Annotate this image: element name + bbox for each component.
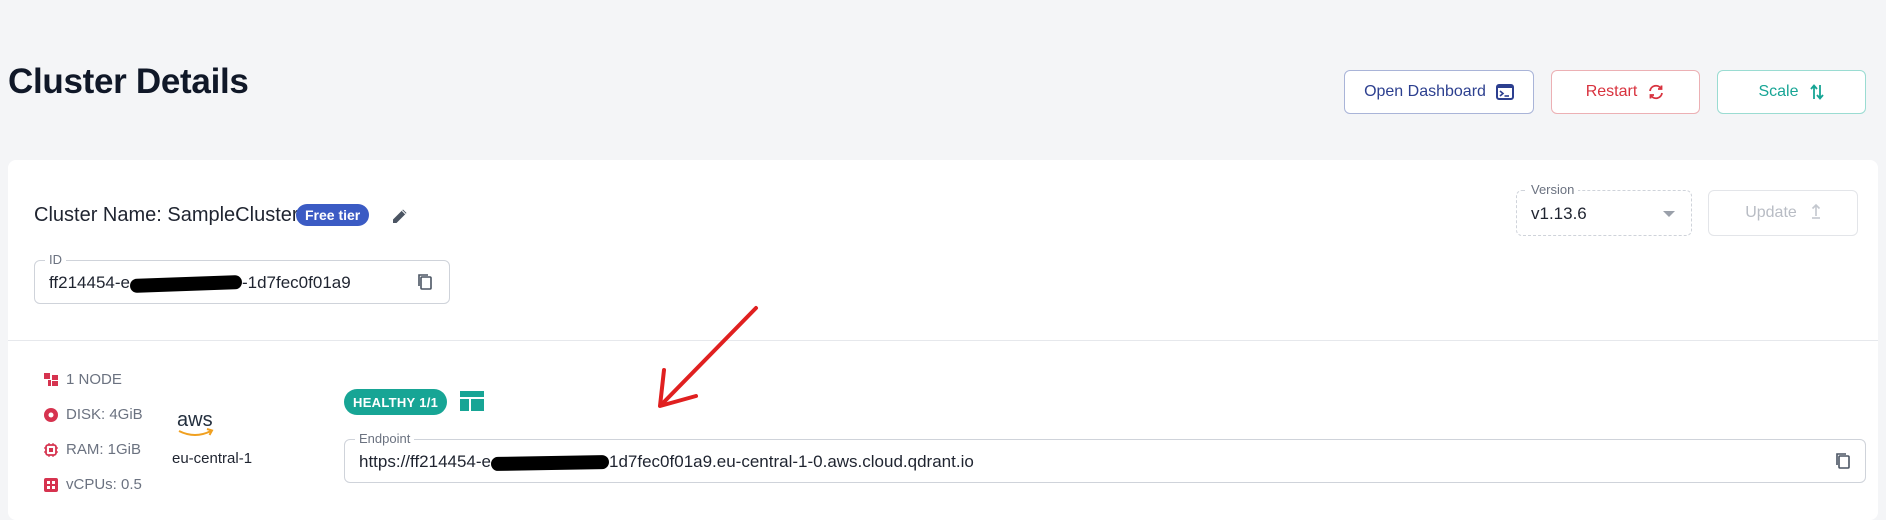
id-value-end: -1d7fec0f01a9 [241, 273, 351, 292]
aws-logo: aws [176, 409, 218, 445]
region-label: eu-central-1 [172, 450, 253, 467]
endpoint-value-start: https://ff214454-e [359, 452, 492, 471]
page-title: Cluster Details [8, 62, 249, 101]
table-layout-icon[interactable] [460, 391, 484, 413]
tier-badge: Free tier [296, 204, 370, 226]
copy-icon[interactable] [413, 270, 437, 294]
endpoint-value[interactable]: https://ff214454-e 1d7fec0f01a9.eu-centra… [359, 452, 974, 472]
spec-disk-label: DISK: 4GiB [66, 406, 143, 423]
spec-ram-label: RAM: 1GiB [66, 441, 142, 458]
card-divider [8, 340, 1878, 341]
terminal-icon [1495, 84, 1514, 100]
refresh-icon [1647, 84, 1665, 100]
version-select[interactable]: Version v1.13.6 [1516, 182, 1692, 236]
open-dashboard-button[interactable]: Open Dashboard [1344, 70, 1534, 114]
endpoint-legend: Endpoint [355, 431, 415, 446]
update-button[interactable]: Update [1708, 190, 1858, 236]
cluster-id-value[interactable]: ff214454-e -1d7fec0f01a9 [49, 273, 351, 293]
swap-vertical-icon [1809, 83, 1825, 101]
scale-label: Scale [1758, 83, 1799, 100]
redaction-mark [129, 274, 243, 293]
id-value-start: ff214454-e [49, 273, 130, 292]
update-label: Update [1745, 204, 1797, 221]
endpoint-field: Endpoint https://ff214454-e 1d7fec0f01a9.… [344, 431, 1866, 483]
spec-disk: DISK: 4GiB [44, 406, 143, 423]
chip-icon [44, 442, 58, 457]
scale-button[interactable]: Scale [1717, 70, 1866, 114]
spec-vcpus-label: vCPUs: 0.5 [66, 476, 142, 493]
endpoint-value-end: 1d7fec0f01a9.eu-central-1-0.aws.cloud.qd… [609, 452, 974, 471]
spec-vcpus: vCPUs: 0.5 [44, 476, 142, 493]
cluster-name: Cluster Name: SampleCluster [34, 204, 299, 226]
nodes-icon [44, 372, 58, 387]
open-dashboard-label: Open Dashboard [1364, 83, 1486, 100]
id-legend: ID [45, 252, 66, 267]
restart-button[interactable]: Restart [1551, 70, 1700, 114]
aws-logo-text: aws [177, 410, 213, 431]
redaction-mark [490, 454, 610, 471]
caret-down-icon [1663, 211, 1675, 217]
copy-icon[interactable] [1831, 449, 1855, 473]
version-value: v1.13.6 [1531, 204, 1587, 223]
spec-ram: RAM: 1GiB [44, 441, 141, 458]
cpu-icon [44, 477, 58, 492]
cluster-card: Cluster Name: SampleCluster Free tier ID… [8, 160, 1878, 520]
annotation-arrow [658, 306, 758, 408]
disk-icon [44, 407, 58, 422]
version-legend: Version [1527, 182, 1579, 197]
health-status-badge: HEALTHY 1/1 [344, 389, 448, 415]
restart-label: Restart [1585, 83, 1638, 100]
spec-nodes: 1 NODE [44, 371, 122, 388]
pencil-icon[interactable] [386, 202, 414, 230]
upload-icon [1811, 203, 1821, 224]
spec-nodes-label: 1 NODE [66, 371, 122, 388]
cluster-id-field: ID ff214454-e -1d7fec0f01a9 [34, 252, 450, 304]
